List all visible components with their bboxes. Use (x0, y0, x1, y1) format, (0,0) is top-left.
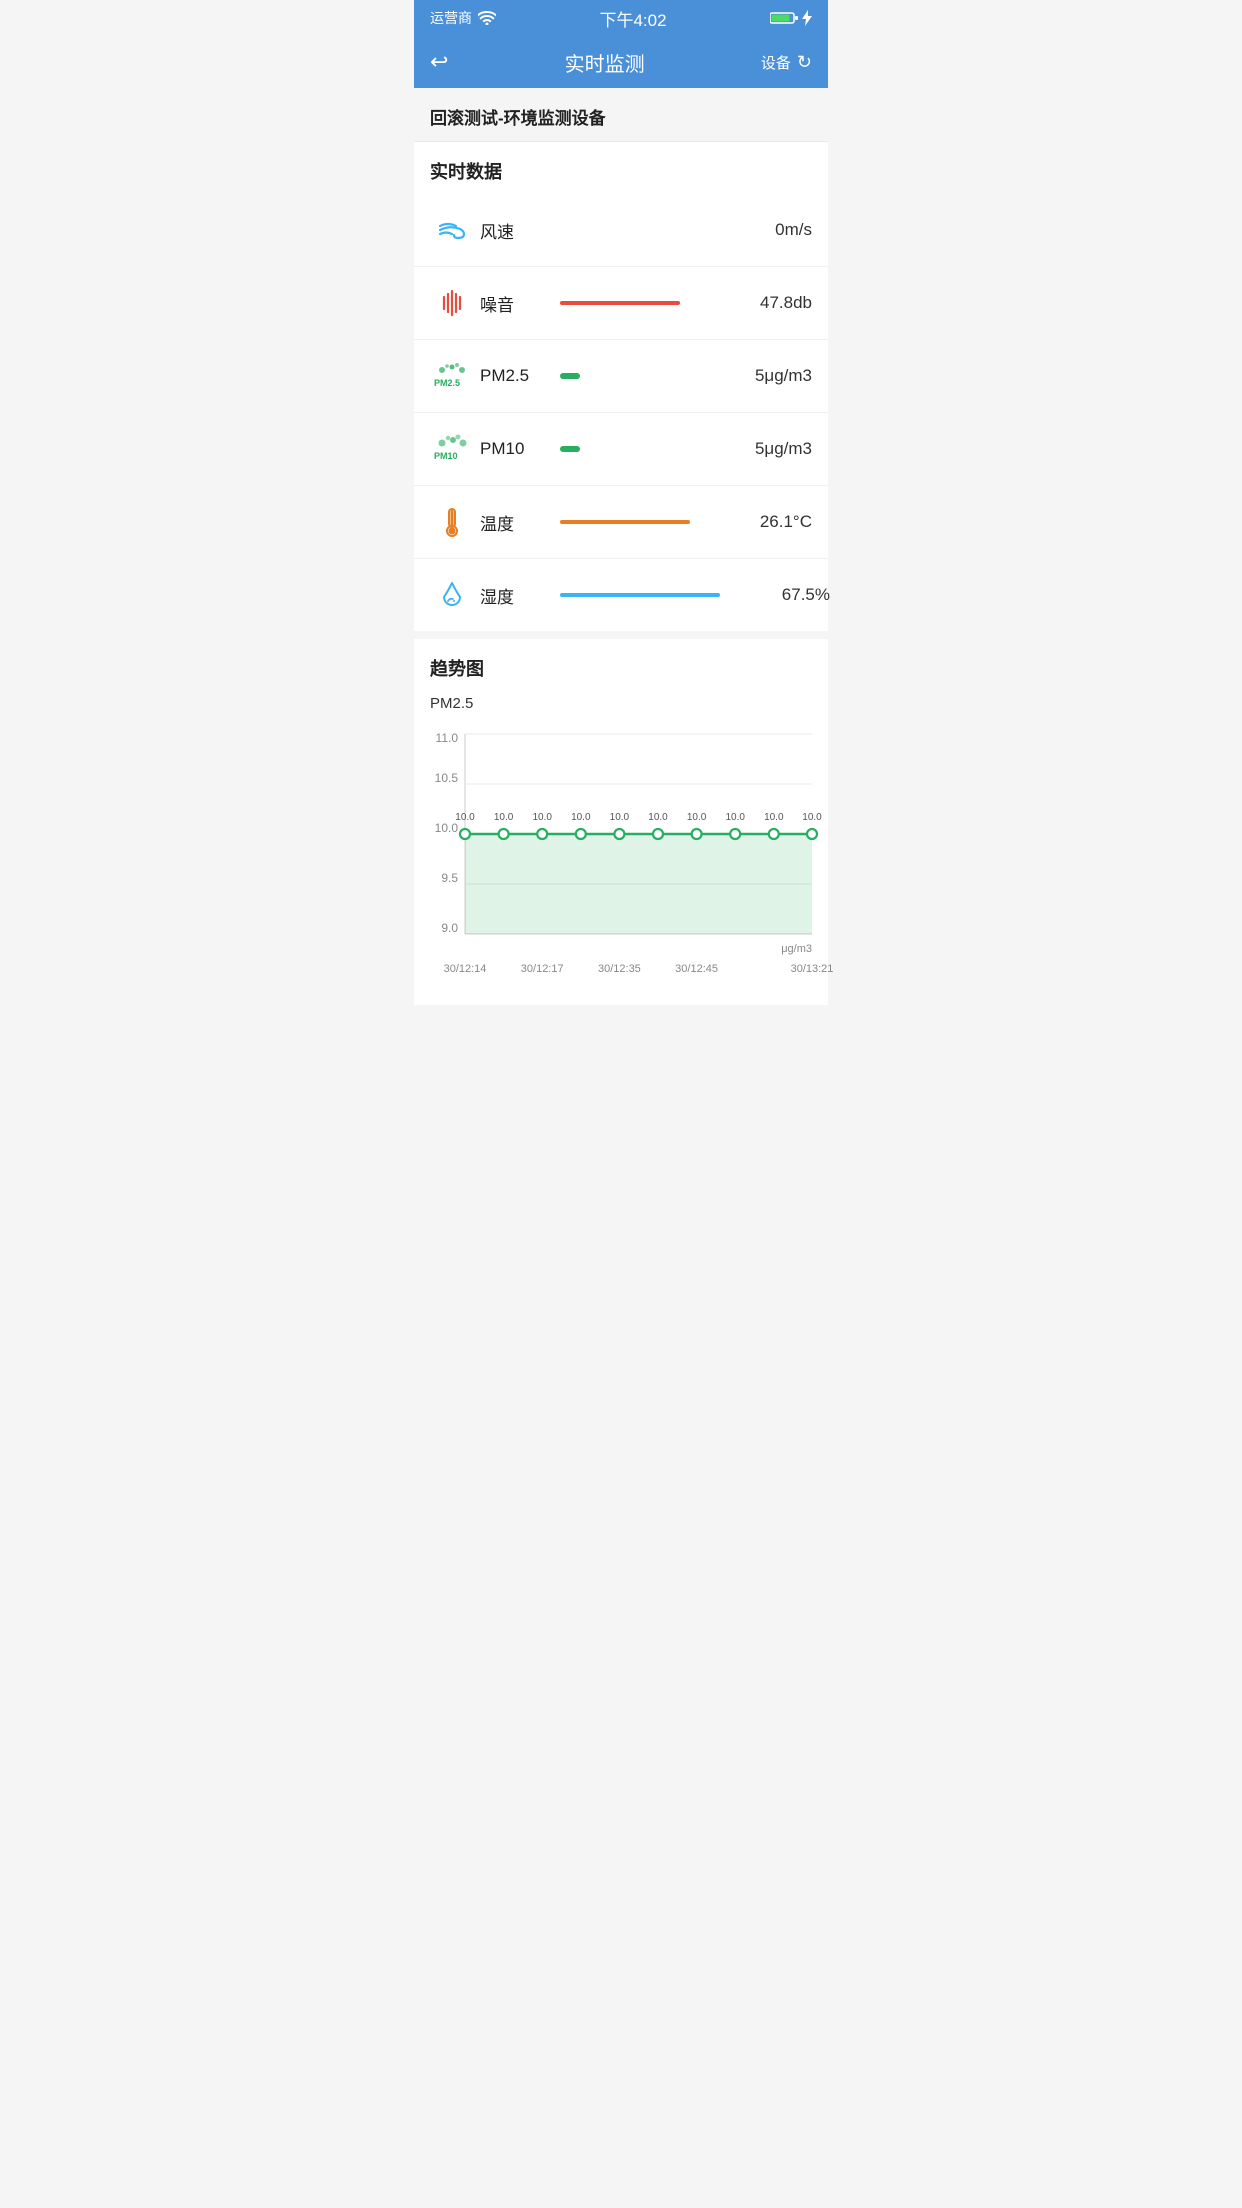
wind-icon (434, 212, 470, 248)
charging-icon (802, 10, 812, 26)
battery-icon (770, 11, 798, 25)
pm25-icon-container: PM2.5 (430, 354, 474, 398)
humidity-name: 湿度 (480, 583, 550, 608)
trend-section: 趋势图 PM2.5 11.0 10.5 10.0 9.5 9.0 (414, 639, 828, 1005)
temp-name: 温度 (480, 510, 550, 535)
pm10-row: PM10 PM10 5μg/m3 (414, 413, 828, 486)
pm10-icon-container: PM10 (430, 427, 474, 471)
svg-text:10.0: 10.0 (532, 812, 552, 823)
device-name: 回滚测试-环境监测设备 (430, 104, 812, 129)
noise-value: 47.8db (712, 293, 812, 313)
svg-text:9.0: 9.0 (441, 921, 458, 935)
pm10-name: PM10 (480, 439, 550, 459)
svg-text:PM10: PM10 (434, 451, 458, 461)
humidity-row: 湿度 67.5% (414, 559, 828, 631)
pm10-icon: PM10 (432, 431, 472, 467)
svg-text:10.0: 10.0 (802, 812, 822, 823)
wind-value: 0m/s (712, 220, 812, 240)
svg-text:11.0: 11.0 (436, 731, 459, 745)
temp-value: 26.1°C (712, 512, 812, 532)
pm10-value: 5μg/m3 (712, 439, 812, 459)
noise-icon (434, 285, 470, 321)
wind-icon-container (430, 208, 474, 252)
svg-text:30/12:45: 30/12:45 (675, 963, 718, 975)
svg-text:PM2.5: PM2.5 (434, 378, 460, 388)
svg-text:30/13:21: 30/13:21 (791, 963, 834, 975)
status-bar: 运营商 下午4:02 (414, 0, 828, 36)
svg-text:10.0: 10.0 (764, 812, 784, 823)
temp-icon (434, 504, 470, 540)
nav-bar: ↩ 实时监测 设备 ↻ (414, 36, 828, 88)
noise-icon-container (430, 281, 474, 325)
humidity-bar (560, 593, 720, 597)
temp-bar (560, 520, 690, 524)
pm10-bar (560, 446, 580, 452)
noise-bar (560, 301, 680, 305)
nav-back[interactable]: ↩ (430, 49, 448, 75)
svg-text:30/12:14: 30/12:14 (444, 963, 487, 975)
refresh-icon[interactable]: ↻ (797, 52, 812, 73)
pm25-row: PM2.5 PM2.5 5μg/m3 (414, 340, 828, 413)
temp-icon-container (430, 500, 474, 544)
pm25-bar (560, 373, 580, 379)
humidity-value: 67.5% (730, 585, 830, 605)
noise-bar-area (550, 301, 712, 305)
realtime-label: 实时数据 (414, 142, 828, 194)
back-icon[interactable]: ↩ (430, 49, 448, 75)
chart-title: PM2.5 (414, 687, 828, 716)
carrier-text: 运营商 (430, 8, 472, 28)
wind-row: 风速 0m/s (414, 194, 828, 267)
svg-text:10.0: 10.0 (725, 812, 745, 823)
temp-bar-area (550, 520, 712, 524)
device-name-section: 回滚测试-环境监测设备 (414, 88, 828, 142)
pm10-bar-area (550, 446, 712, 452)
noise-row: 噪音 47.8db (414, 267, 828, 340)
pm25-name: PM2.5 (480, 366, 550, 386)
pm25-value: 5μg/m3 (712, 366, 812, 386)
nav-right[interactable]: 设备 ↻ (761, 52, 812, 73)
svg-text:μg/m3: μg/m3 (781, 943, 812, 955)
nav-title: 实时监测 (565, 48, 645, 77)
status-left: 运营商 (430, 8, 496, 28)
chart-container: 11.0 10.5 10.0 9.5 9.0 10.0 (414, 716, 828, 1005)
svg-text:10.0: 10.0 (610, 812, 630, 823)
svg-text:10.0: 10.0 (648, 812, 668, 823)
wind-name: 风速 (480, 218, 550, 243)
humidity-bar-area (550, 593, 730, 597)
pm25-chart: 11.0 10.5 10.0 9.5 9.0 10.0 (430, 724, 812, 984)
svg-text:10.0: 10.0 (435, 821, 459, 835)
svg-text:10.0: 10.0 (494, 812, 514, 823)
svg-text:30/12:17: 30/12:17 (521, 963, 564, 975)
wifi-icon (478, 11, 496, 25)
status-right (770, 10, 812, 26)
humidity-icon-container (430, 573, 474, 617)
device-label[interactable]: 设备 (761, 52, 791, 73)
svg-text:30/12:35: 30/12:35 (598, 963, 641, 975)
pm25-icon: PM2.5 (432, 358, 472, 394)
trend-label: 趋势图 (414, 639, 828, 687)
humidity-icon (434, 577, 470, 613)
status-time: 下午4:02 (599, 6, 666, 31)
svg-text:9.5: 9.5 (441, 871, 458, 885)
svg-text:10.0: 10.0 (571, 812, 591, 823)
realtime-section: 实时数据 风速 0m/s (414, 142, 828, 631)
svg-text:10.0: 10.0 (687, 812, 707, 823)
svg-text:10.0: 10.0 (455, 812, 475, 823)
noise-name: 噪音 (480, 291, 550, 316)
svg-text:10.5: 10.5 (435, 771, 459, 785)
pm25-bar-area (550, 373, 712, 379)
temp-row: 温度 26.1°C (414, 486, 828, 559)
